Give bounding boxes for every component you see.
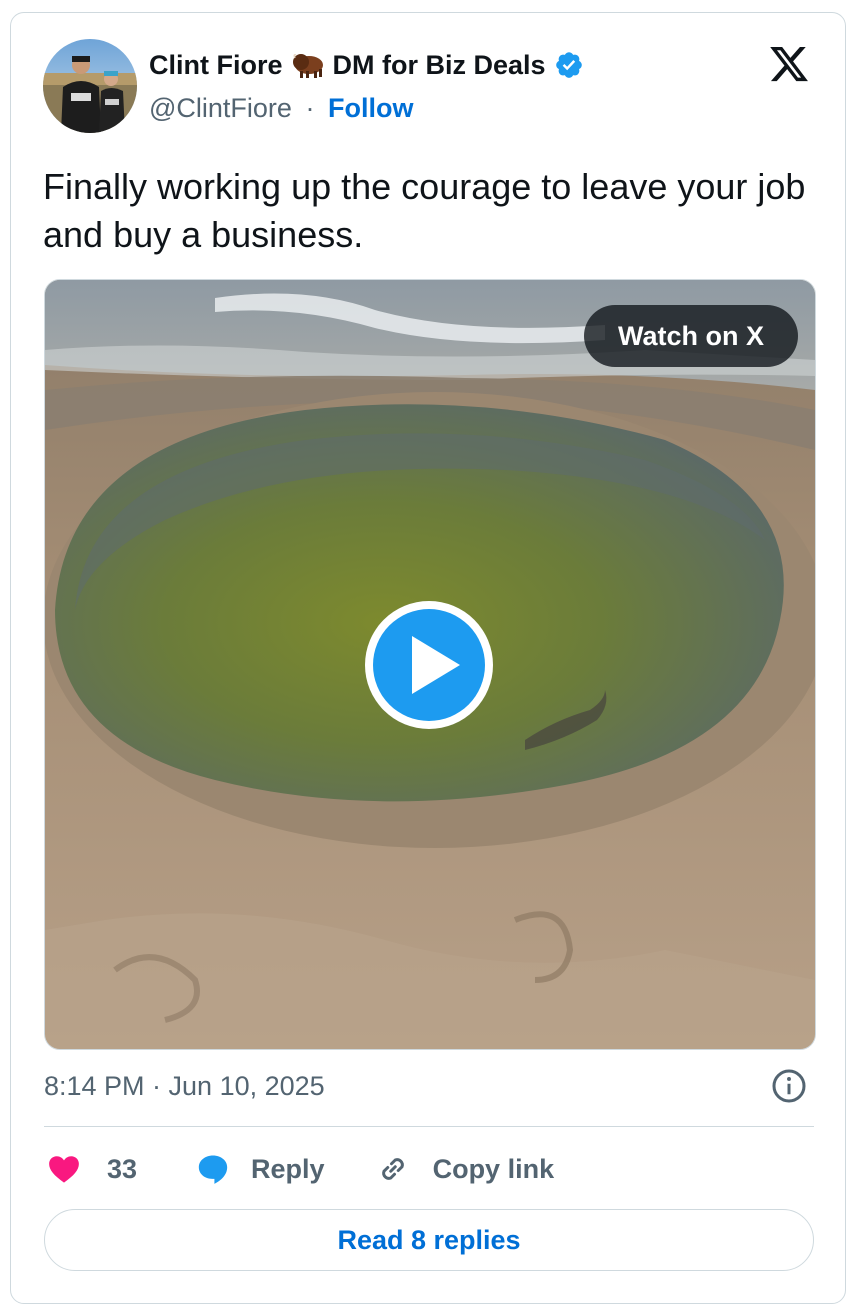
tweet-timestamp[interactable]: 8:14 PM · Jun 10, 2025 xyxy=(44,1069,325,1103)
reply-bubble-icon xyxy=(198,1155,228,1184)
info-icon[interactable] xyxy=(771,1068,807,1104)
tweet-text: Finally working up the courage to leave … xyxy=(43,166,806,255)
reply-label: Reply xyxy=(251,1153,325,1184)
read-replies-button[interactable]: Read 8 replies xyxy=(44,1209,814,1271)
author-name-suffix[interactable]: DM for Biz Deals xyxy=(333,49,546,81)
verified-badge-icon xyxy=(554,50,584,80)
link-icon xyxy=(381,1158,404,1180)
handle-separator: · xyxy=(305,93,315,123)
author-handle-row: @ClintFiore · Follow xyxy=(149,91,413,125)
avatar[interactable] xyxy=(43,39,137,133)
video-player[interactable]: Watch on X xyxy=(44,279,816,1050)
x-logo-icon[interactable] xyxy=(767,43,811,85)
copy-link-button[interactable]: Copy link xyxy=(375,1151,555,1187)
divider xyxy=(44,1126,814,1127)
like-count: 33 xyxy=(107,1153,138,1184)
author-name-row[interactable]: Clint Fiore DM for Biz Deals xyxy=(149,49,584,81)
tweet-embed-card: Clint Fiore DM for Biz Deals @ClintFiore… xyxy=(10,12,846,1304)
follow-button[interactable]: Follow xyxy=(328,93,413,123)
author-name[interactable]: Clint Fiore xyxy=(149,49,283,81)
copy-link-label: Copy link xyxy=(432,1153,555,1184)
like-button[interactable]: 33 xyxy=(47,1152,137,1186)
reply-button[interactable]: Reply xyxy=(195,1152,325,1186)
action-bar: 33 Reply Copy link xyxy=(47,1149,554,1189)
heart-icon xyxy=(49,1156,79,1183)
bison-icon xyxy=(291,52,325,78)
play-icon[interactable] xyxy=(362,598,496,732)
watch-on-x-button[interactable]: Watch on X xyxy=(584,305,798,367)
author-handle[interactable]: @ClintFiore xyxy=(149,93,292,123)
